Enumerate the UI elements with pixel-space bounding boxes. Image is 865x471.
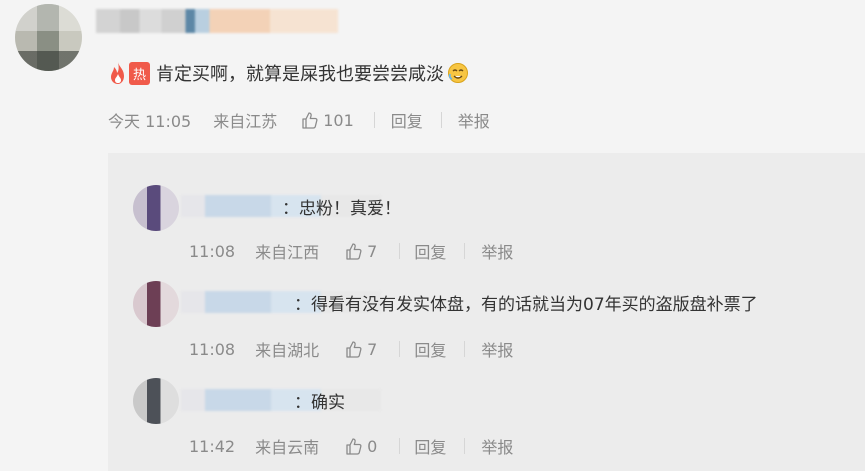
reply-avatar[interactable] bbox=[133, 281, 179, 327]
thumbs-up-icon bbox=[346, 438, 362, 455]
reply-item: ：确实 11:42 来自云南 0 回复 举报 bbox=[108, 349, 865, 457]
divider bbox=[464, 438, 466, 454]
divider bbox=[373, 112, 375, 128]
reply-avatar[interactable] bbox=[133, 185, 179, 231]
main-comment: 热 肯定买啊，就算是屎我也要尝尝咸淡 bbox=[108, 58, 469, 88]
reply-text: ：得看有没有发实体盘，有的话就当为07年买的盗版盘补票了 bbox=[294, 295, 758, 315]
reply-text: ：忠粉！真爱！ bbox=[282, 199, 401, 219]
reply-avatar[interactable] bbox=[133, 378, 179, 424]
reply-time: 11:42 bbox=[189, 436, 236, 456]
hot-badge: 热 bbox=[108, 61, 151, 85]
thumbs-up-icon bbox=[302, 112, 318, 129]
comment-meta: 今天 11:05 来自江苏 101 回复 举报 bbox=[108, 108, 490, 132]
comment-text: 肯定买啊，就算是屎我也要尝尝咸淡 bbox=[156, 64, 445, 85]
reply-item: ：忠粉！真爱！ 11:08 来自江西 7 回复 举报 bbox=[108, 153, 865, 262]
divider bbox=[399, 438, 401, 454]
reply-text: ：确实 bbox=[294, 393, 345, 413]
replies-panel: ：忠粉！真爱！ 11:08 来自江西 7 回复 举报 ：得看有没有发实体盘，有的… bbox=[108, 153, 865, 471]
like-count: 101 bbox=[323, 110, 354, 130]
reply-location: 来自云南 bbox=[255, 438, 320, 457]
username-blurred[interactable] bbox=[96, 9, 338, 33]
reply-item: ：得看有没有发实体盘，有的话就当为07年买的盗版盘补票了 11:08 来自湖北 … bbox=[108, 251, 865, 360]
comment-location: 来自江苏 bbox=[213, 112, 278, 131]
user-avatar[interactable] bbox=[15, 4, 82, 71]
reply-button[interactable]: 回复 bbox=[414, 434, 446, 458]
divider bbox=[440, 112, 442, 128]
hot-label: 热 bbox=[129, 61, 151, 85]
like-button[interactable]: 101 bbox=[301, 111, 354, 130]
reply-username-blurred[interactable] bbox=[181, 389, 381, 411]
emoji-icon bbox=[448, 63, 469, 83]
flame-icon bbox=[111, 62, 124, 84]
comment-time: 今天 11:05 bbox=[108, 112, 192, 131]
report-button[interactable]: 举报 bbox=[458, 108, 490, 132]
like-button[interactable]: 0 bbox=[345, 437, 377, 456]
reply-button[interactable]: 回复 bbox=[391, 108, 423, 132]
report-button[interactable]: 举报 bbox=[481, 434, 513, 458]
like-count: 0 bbox=[367, 436, 378, 456]
reply-meta: 11:42 来自云南 0 回复 举报 bbox=[189, 434, 513, 458]
